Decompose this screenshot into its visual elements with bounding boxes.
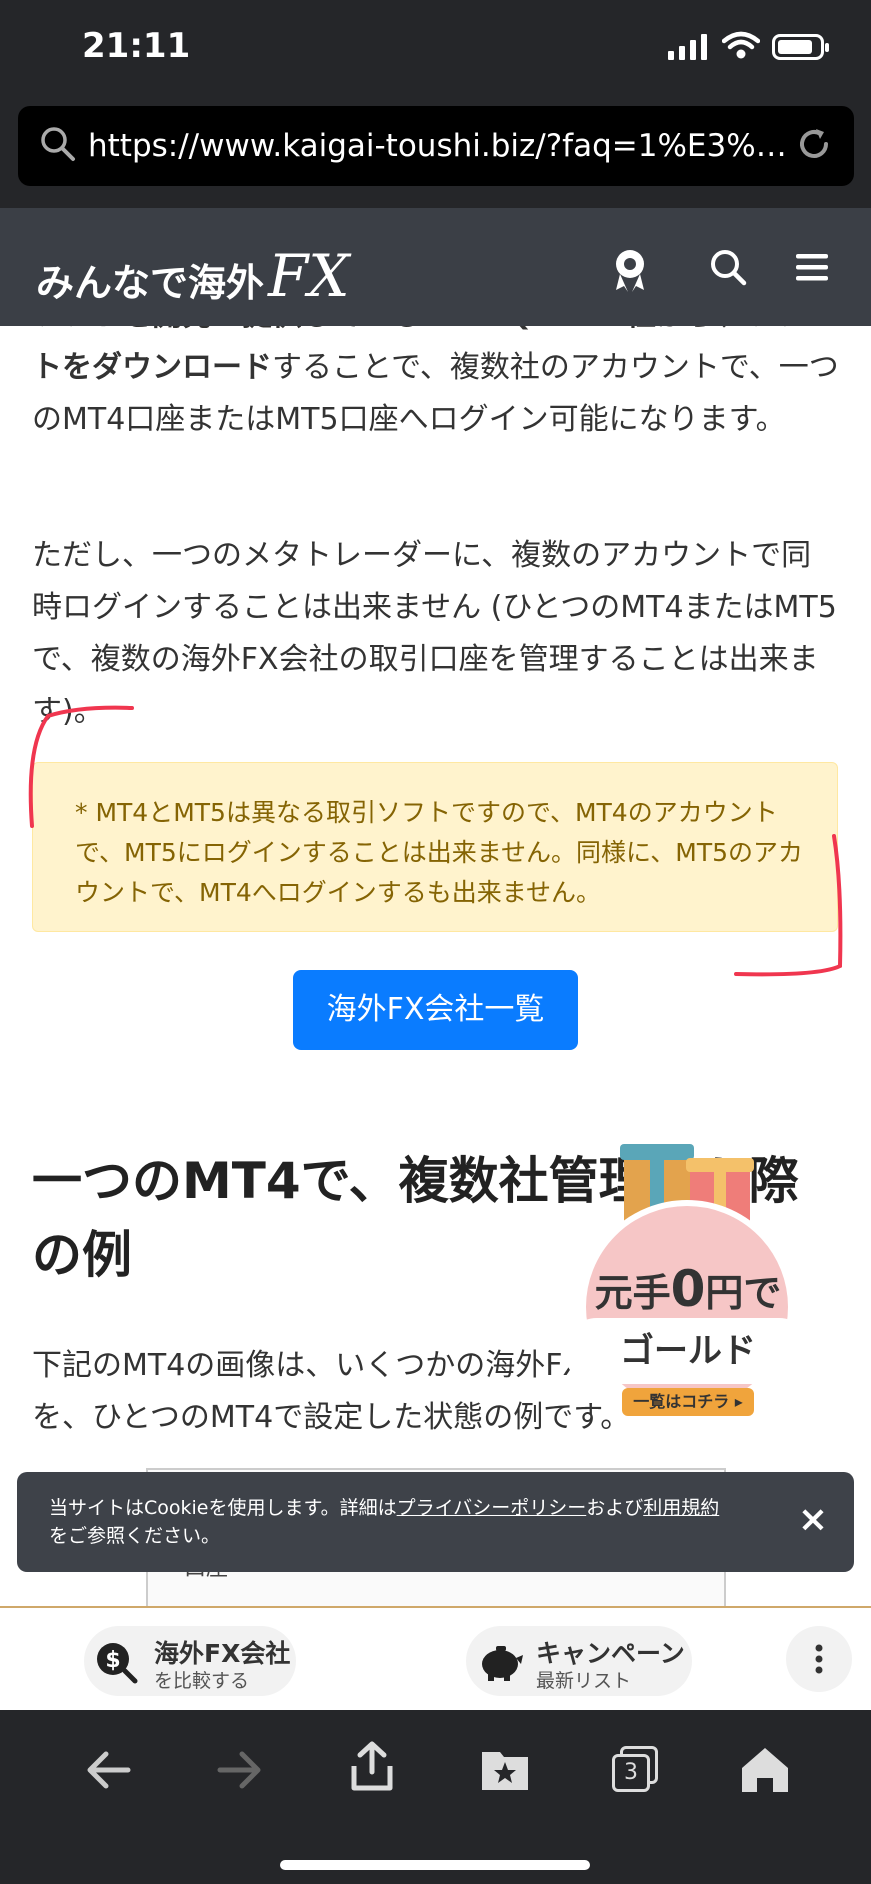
terms-link[interactable]: 利用規約 xyxy=(643,1497,719,1519)
campaign-label: キャンペーン xyxy=(536,1639,685,1668)
cookie-text-3: をご参照ください。 xyxy=(49,1525,221,1547)
site-bottom-bar: $ 海外FX会社 を比較する キャンペーン 最新リスト xyxy=(0,1606,871,1710)
promo-headline: 元手0円で xyxy=(560,1260,816,1318)
compare-label: 海外FX会社 xyxy=(154,1639,291,1668)
promo-band: ゴールド xyxy=(564,1318,812,1384)
privacy-policy-link[interactable]: プライバシーポリシー xyxy=(397,1497,587,1519)
url-text[interactable]: https://www.kaigai-toushi.biz/?faq=1%E3%… xyxy=(88,128,798,164)
promo-number: 0 xyxy=(670,1260,706,1318)
promo-link-tag[interactable]: 一覧はコチラ ▸ xyxy=(622,1388,754,1416)
cookie-text-1: 当サイトはCookieを使用します。詳細は xyxy=(49,1497,397,1519)
hamburger-menu-icon[interactable] xyxy=(796,246,828,290)
bookmarks-icon[interactable] xyxy=(480,1746,530,1792)
svg-text:$: $ xyxy=(105,1648,120,1673)
address-bar[interactable]: https://www.kaigai-toushi.biz/?faq=1%E3%… xyxy=(18,106,854,186)
more-vertical-icon xyxy=(815,1644,823,1674)
browser-toolbar: 3 xyxy=(0,1710,871,1884)
site-header: みんなで海外FX xyxy=(0,208,871,326)
tabs-button[interactable]: 3 xyxy=(612,1746,660,1794)
forward-icon[interactable] xyxy=(216,1746,264,1794)
campaign-sublabel: 最新リスト xyxy=(536,1670,632,1692)
cookie-text-2: および xyxy=(586,1497,644,1519)
back-icon[interactable] xyxy=(84,1746,132,1794)
logo-fx: FX xyxy=(268,242,350,310)
piggy-bank-icon xyxy=(482,1646,523,1681)
cookie-text: 当サイトはCookieを使用します。詳細はプライバシーポリシーおよび利用規約をご… xyxy=(49,1494,769,1550)
reload-icon[interactable] xyxy=(794,124,834,164)
home-icon[interactable] xyxy=(740,1746,790,1794)
site-logo[interactable]: みんなで海外FX xyxy=(36,242,350,310)
compare-sublabel: を比較する xyxy=(154,1670,250,1692)
tab-count: 3 xyxy=(612,1754,650,1792)
campaign-list-button[interactable]: キャンペーン 最新リスト xyxy=(466,1626,692,1696)
promo-text-pre: 元手 xyxy=(594,1271,671,1315)
promo-text-post: 円で xyxy=(705,1271,782,1315)
cookie-close-button[interactable]: × xyxy=(798,1500,828,1540)
wifi-icon xyxy=(722,31,760,59)
search-icon[interactable] xyxy=(708,246,748,290)
cookie-banner: 当サイトはCookieを使用します。詳細はプライバシーポリシーおよび利用規約をご… xyxy=(17,1472,854,1572)
compare-fx-button[interactable]: $ 海外FX会社 を比較する xyxy=(84,1626,296,1696)
share-icon[interactable] xyxy=(348,1740,396,1794)
status-bar: 21:11 xyxy=(0,0,871,96)
status-time: 21:11 xyxy=(82,26,191,66)
cellular-signal-icon xyxy=(668,34,707,60)
red-annotation-marks xyxy=(28,705,843,977)
dollar-search-icon: $ xyxy=(97,1643,138,1684)
more-options-button[interactable] xyxy=(786,1626,852,1692)
gold-promo-badge[interactable]: 元手0円で ゴールド 一覧はコチラ ▸ xyxy=(560,1120,816,1440)
battery-icon xyxy=(772,34,829,60)
search-icon xyxy=(41,127,75,161)
home-indicator xyxy=(280,1860,590,1870)
address-bar-area: https://www.kaigai-toushi.biz/?faq=1%E3%… xyxy=(0,96,871,208)
award-icon[interactable] xyxy=(610,246,650,292)
logo-text: みんなで海外 xyxy=(36,260,265,305)
